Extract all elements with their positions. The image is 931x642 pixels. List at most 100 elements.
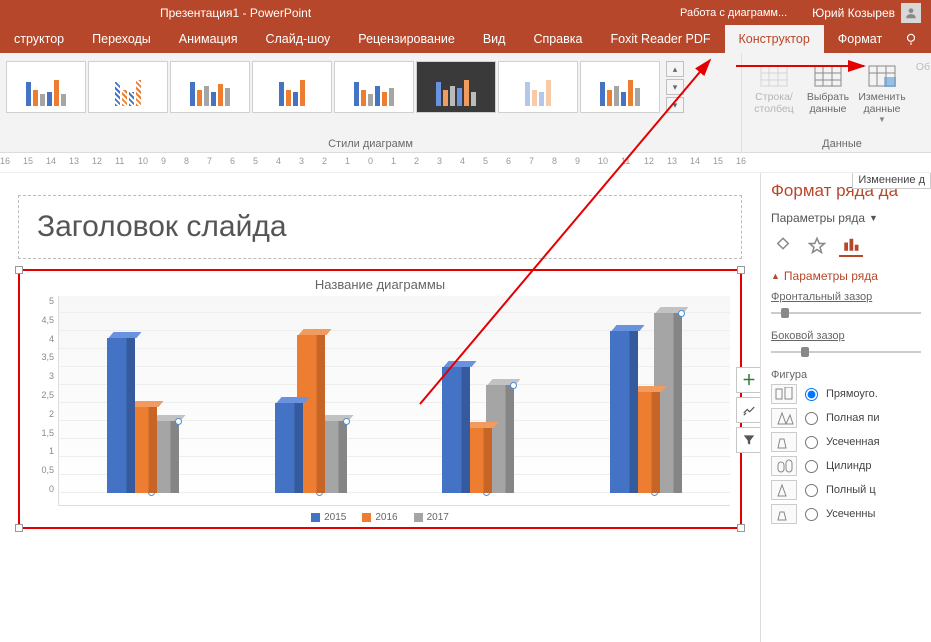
edit-data-button[interactable]: Изменить данные ▼: [856, 59, 908, 136]
shape-radio[interactable]: [805, 460, 818, 473]
y-tick: 4,5: [30, 315, 54, 325]
bar[interactable]: [107, 338, 135, 493]
chart-style-4[interactable]: [252, 61, 332, 113]
ruler-tick: 14: [690, 156, 700, 166]
format-pane-subtitle[interactable]: Параметры ряда ▼: [771, 211, 921, 225]
gallery-more-button[interactable]: ▾: [666, 97, 684, 113]
ruler-tick: 12: [644, 156, 654, 166]
shape-radio[interactable]: [805, 508, 818, 521]
ribbon-body: ▴ ▾ ▾ Стили диаграмм Строка/ столбец Выб…: [0, 53, 931, 153]
series-options-icon[interactable]: [839, 233, 863, 257]
ruler-tick: 10: [138, 156, 148, 166]
tab-slideshow[interactable]: Слайд-шоу: [251, 25, 344, 53]
bar[interactable]: [610, 331, 638, 493]
y-tick: 5: [30, 296, 54, 306]
gallery-up-button[interactable]: ▴: [666, 61, 684, 77]
slide-title-placeholder[interactable]: Заголовок слайда: [18, 195, 742, 259]
tab-foxit[interactable]: Foxit Reader PDF: [596, 25, 724, 53]
resize-handle[interactable]: [737, 266, 745, 274]
chart-style-1[interactable]: [6, 61, 86, 113]
edit-data-tooltip: Изменение д: [852, 173, 931, 189]
shape-label: Прямоуго.: [826, 388, 878, 400]
tab-review[interactable]: Рецензирование: [344, 25, 469, 53]
ruler-tick: 14: [46, 156, 56, 166]
tab-format[interactable]: Формат: [824, 25, 896, 53]
legend-item[interactable]: 2016: [362, 512, 397, 523]
chart-style-5[interactable]: [334, 61, 414, 113]
legend-item[interactable]: 2017: [414, 512, 449, 523]
ruler-tick: 9: [161, 156, 166, 166]
front-gap-slider[interactable]: [771, 306, 921, 320]
chevron-down-icon: ▼: [878, 115, 886, 124]
tab-view[interactable]: Вид: [469, 25, 520, 53]
tab-help[interactable]: Справка: [519, 25, 596, 53]
shape-radio[interactable]: [805, 388, 818, 401]
bar[interactable]: [442, 367, 470, 493]
ruler-tick: 0: [368, 156, 373, 166]
chart-style-2[interactable]: [88, 61, 168, 113]
shape-option[interactable]: Усеченная: [771, 432, 921, 452]
ruler-tick: 1: [345, 156, 350, 166]
tab-helper[interactable]: Помощни: [926, 25, 931, 53]
y-tick: 2,5: [30, 390, 54, 400]
legend-item[interactable]: 2015: [311, 512, 346, 523]
side-gap-slider[interactable]: [771, 345, 921, 359]
user-area[interactable]: Юрий Козырев: [812, 3, 921, 23]
ruler-tick: 5: [253, 156, 258, 166]
chart-legend[interactable]: 2015 2016 2017: [30, 506, 730, 523]
chart-style-6[interactable]: [416, 61, 496, 113]
format-pane: Изменение д Формат ряда да Параметры ряд…: [760, 173, 931, 642]
chart-style-7[interactable]: [498, 61, 578, 113]
tab-animation[interactable]: Анимация: [165, 25, 252, 53]
user-avatar-icon: [901, 3, 921, 23]
chart-style-8[interactable]: [580, 61, 660, 113]
context-tab-label[interactable]: Работа с диаграмм...: [680, 7, 787, 19]
shape-option[interactable]: Усеченны: [771, 504, 921, 524]
ruler-tick: 6: [230, 156, 235, 166]
ruler-tick: 8: [552, 156, 557, 166]
shape-option[interactable]: Прямоуго.: [771, 384, 921, 404]
bar-group[interactable]: [275, 335, 347, 493]
resize-handle[interactable]: [15, 266, 23, 274]
shape-option[interactable]: Цилиндр: [771, 456, 921, 476]
series-params-header[interactable]: ▲ Параметры ряда: [771, 269, 921, 283]
chart-filter-button[interactable]: [736, 427, 762, 453]
shape-option[interactable]: Полный ц: [771, 480, 921, 500]
shape-preview-icon: [771, 480, 797, 500]
chart-elements-button[interactable]: ＋: [736, 367, 762, 393]
tab-transitions[interactable]: Переходы: [78, 25, 165, 53]
resize-handle[interactable]: [737, 524, 745, 532]
ruler-tick: 4: [460, 156, 465, 166]
tab-design[interactable]: Конструктор: [725, 25, 824, 53]
shape-radio[interactable]: [805, 484, 818, 497]
chart-side-buttons: ＋: [736, 367, 762, 453]
resize-handle[interactable]: [15, 524, 23, 532]
shape-option[interactable]: Полная пи: [771, 408, 921, 428]
shape-label: Полная пи: [826, 412, 880, 424]
select-data-button[interactable]: Выбрать данные: [802, 59, 854, 136]
shape-radio[interactable]: [805, 412, 818, 425]
gallery-down-button[interactable]: ▾: [666, 79, 684, 95]
ruler-tick: 13: [69, 156, 79, 166]
bar-group[interactable]: [442, 367, 514, 493]
ribbon-tabs: структор Переходы Анимация Слайд-шоу Рец…: [0, 25, 931, 53]
chart-title[interactable]: Название диаграммы: [30, 277, 730, 292]
fill-outline-icon[interactable]: [771, 233, 795, 257]
chart-styles-button[interactable]: [736, 397, 762, 423]
chart-style-3[interactable]: [170, 61, 250, 113]
tell-me-bulb-icon[interactable]: [896, 25, 926, 53]
chart-plot-area[interactable]: 54,543,532,521,510,50: [30, 296, 730, 506]
tab-konstruktor-partial[interactable]: структор: [0, 25, 78, 53]
shape-radio[interactable]: [805, 436, 818, 449]
switch-row-column-button[interactable]: Строка/ столбец: [748, 59, 800, 136]
refresh-data-button[interactable]: Об: [910, 59, 931, 136]
effects-icon[interactable]: [805, 233, 829, 257]
bar-group[interactable]: [107, 338, 179, 493]
data-group: Строка/ столбец Выбрать данные Изменить …: [742, 53, 931, 152]
bar-group[interactable]: [610, 313, 682, 493]
y-tick: 3: [30, 371, 54, 381]
ruler-tick: 4: [276, 156, 281, 166]
bar[interactable]: [275, 403, 303, 493]
shape-label: Усеченная: [826, 436, 880, 448]
chart-object[interactable]: Название диаграммы 54,543,532,521,510,50…: [18, 269, 742, 529]
